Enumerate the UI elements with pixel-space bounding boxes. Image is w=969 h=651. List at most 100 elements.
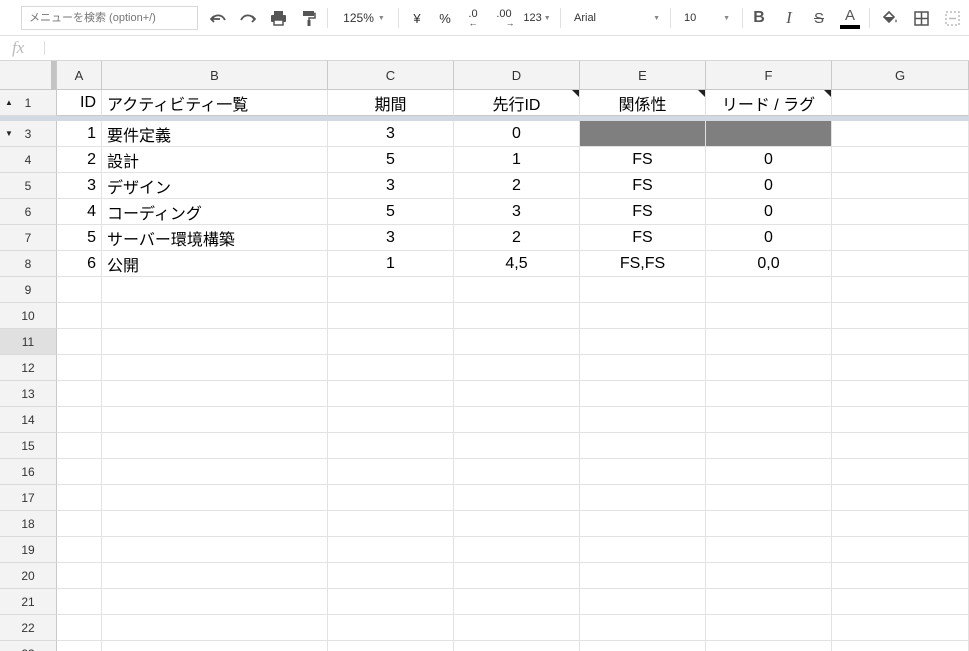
cell-d11[interactable] — [454, 329, 580, 355]
cell-b9[interactable] — [102, 277, 328, 303]
cell-e21[interactable] — [580, 589, 706, 615]
cell-e11[interactable] — [580, 329, 706, 355]
cell-g8[interactable] — [832, 251, 969, 277]
cell-c16[interactable] — [328, 459, 454, 485]
cell-g9[interactable] — [832, 277, 969, 303]
font-size-select[interactable]: 10 ▼ — [678, 0, 736, 36]
bold-button[interactable]: B — [746, 0, 772, 36]
cell-e3[interactable] — [580, 121, 706, 147]
column-header-d[interactable]: D — [454, 61, 580, 90]
cell-g11[interactable] — [832, 329, 969, 355]
text-color-button[interactable]: A — [836, 0, 864, 36]
cell-c3[interactable]: 3 — [328, 121, 454, 147]
cell-g7[interactable] — [832, 225, 969, 251]
cell-c21[interactable] — [328, 589, 454, 615]
cell-f3[interactable] — [706, 121, 832, 147]
cell-b17[interactable] — [102, 485, 328, 511]
cell-d8[interactable]: 4,5 — [454, 251, 580, 277]
comment-marker-icon[interactable] — [698, 90, 705, 97]
cell-a23[interactable] — [57, 641, 102, 651]
merge-cells-icon[interactable] — [939, 0, 965, 36]
menu-search-input[interactable] — [21, 6, 198, 30]
cell-e19[interactable] — [580, 537, 706, 563]
decrease-decimal-button[interactable]: .0 ← — [460, 0, 486, 36]
cell-f10[interactable] — [706, 303, 832, 329]
zoom-select[interactable]: 125% ▼ — [336, 0, 392, 36]
frozen-column-handle[interactable] — [51, 61, 56, 90]
row-header-6[interactable]: 6 — [0, 199, 57, 225]
cell-g4[interactable] — [832, 147, 969, 173]
cell-d5[interactable]: 2 — [454, 173, 580, 199]
formula-input[interactable] — [50, 36, 969, 60]
row-header-19[interactable]: 19 — [0, 537, 57, 563]
select-all-corner[interactable] — [0, 61, 57, 90]
cell-c19[interactable] — [328, 537, 454, 563]
cell-c7[interactable]: 3 — [328, 225, 454, 251]
cell-b15[interactable] — [102, 433, 328, 459]
cell-a11[interactable] — [57, 329, 102, 355]
cell-a19[interactable] — [57, 537, 102, 563]
cell-f13[interactable] — [706, 381, 832, 407]
cell-e23[interactable] — [580, 641, 706, 651]
expand-triangle-icon[interactable]: ▼ — [5, 129, 13, 138]
cell-f7[interactable]: 0 — [706, 225, 832, 251]
cell-d13[interactable] — [454, 381, 580, 407]
cell-b1[interactable]: アクティビティ一覧 — [102, 90, 328, 116]
row-header-5[interactable]: 5 — [0, 173, 57, 199]
borders-icon[interactable] — [908, 0, 934, 36]
cell-c17[interactable] — [328, 485, 454, 511]
cell-g12[interactable] — [832, 355, 969, 381]
row-header-14[interactable]: 14 — [0, 407, 57, 433]
cell-e12[interactable] — [580, 355, 706, 381]
row-header-15[interactable]: 15 — [0, 433, 57, 459]
column-header-a[interactable]: A — [57, 61, 102, 90]
percent-format-button[interactable]: % — [432, 0, 458, 36]
cell-g13[interactable] — [832, 381, 969, 407]
cell-f11[interactable] — [706, 329, 832, 355]
cell-e20[interactable] — [580, 563, 706, 589]
cell-c5[interactable]: 3 — [328, 173, 454, 199]
cell-a20[interactable] — [57, 563, 102, 589]
row-header-16[interactable]: 16 — [0, 459, 57, 485]
cell-d10[interactable] — [454, 303, 580, 329]
row-header-7[interactable]: 7 — [0, 225, 57, 251]
cell-f9[interactable] — [706, 277, 832, 303]
cell-a5[interactable]: 3 — [57, 173, 102, 199]
cell-b16[interactable] — [102, 459, 328, 485]
cell-e5[interactable]: FS — [580, 173, 706, 199]
cell-a14[interactable] — [57, 407, 102, 433]
cell-e4[interactable]: FS — [580, 147, 706, 173]
cell-d15[interactable] — [454, 433, 580, 459]
cell-b21[interactable] — [102, 589, 328, 615]
cell-f21[interactable] — [706, 589, 832, 615]
cell-d19[interactable] — [454, 537, 580, 563]
cell-d12[interactable] — [454, 355, 580, 381]
cell-g16[interactable] — [832, 459, 969, 485]
cell-f8[interactable]: 0,0 — [706, 251, 832, 277]
cell-e22[interactable] — [580, 615, 706, 641]
cell-f22[interactable] — [706, 615, 832, 641]
cell-d16[interactable] — [454, 459, 580, 485]
cell-g1[interactable] — [832, 90, 969, 116]
cell-f6[interactable]: 0 — [706, 199, 832, 225]
row-header-13[interactable]: 13 — [0, 381, 57, 407]
cell-c15[interactable] — [328, 433, 454, 459]
column-header-e[interactable]: E — [580, 61, 706, 90]
cell-a9[interactable] — [57, 277, 102, 303]
cell-b12[interactable] — [102, 355, 328, 381]
cell-d21[interactable] — [454, 589, 580, 615]
cell-d6[interactable]: 3 — [454, 199, 580, 225]
cell-g6[interactable] — [832, 199, 969, 225]
cell-d20[interactable] — [454, 563, 580, 589]
font-family-select[interactable]: Arial ▼ — [568, 0, 666, 36]
comment-marker-icon[interactable] — [572, 90, 579, 97]
cell-e7[interactable]: FS — [580, 225, 706, 251]
currency-format-button[interactable]: ¥ — [404, 0, 430, 36]
cell-g22[interactable] — [832, 615, 969, 641]
cell-c11[interactable] — [328, 329, 454, 355]
collapse-triangle-icon[interactable]: ▲ — [5, 98, 13, 107]
cell-f4[interactable]: 0 — [706, 147, 832, 173]
column-header-b[interactable]: B — [102, 61, 328, 90]
cell-e10[interactable] — [580, 303, 706, 329]
cell-f1[interactable]: リード / ラグ — [706, 90, 832, 116]
